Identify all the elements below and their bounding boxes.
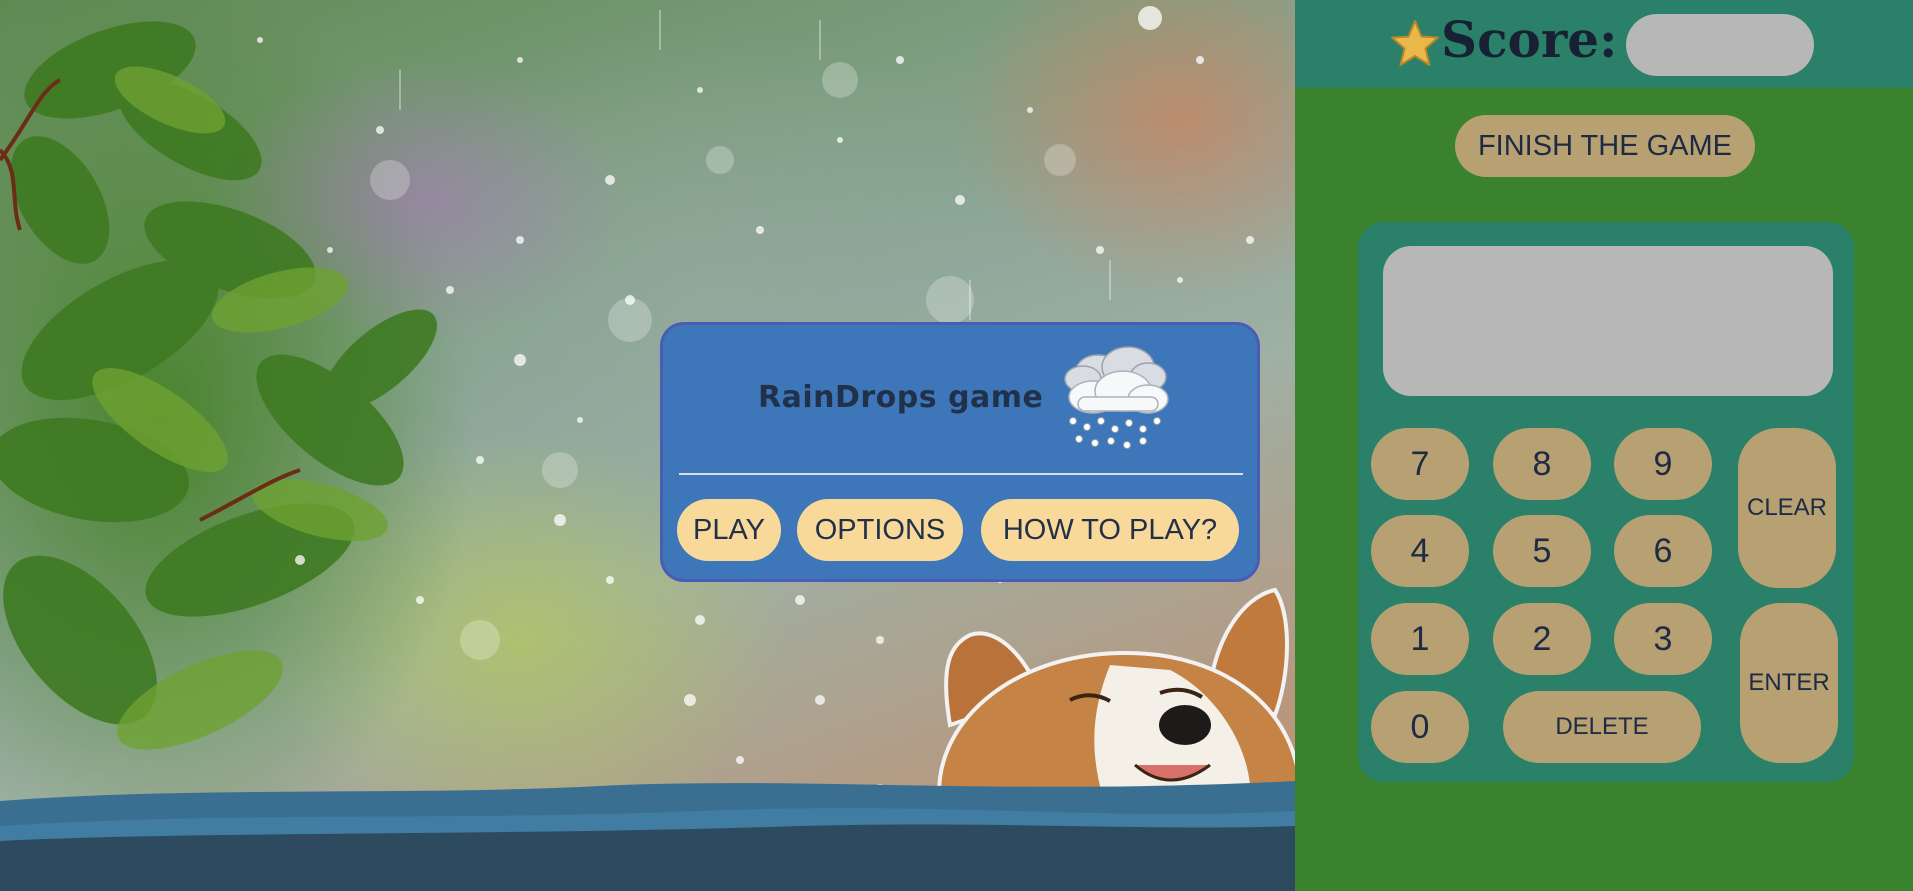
play-button[interactable]: PLAY — [677, 499, 781, 561]
game-title: RainDrops game — [758, 380, 1044, 415]
answer-keypad: 7 8 9 CLEAR 4 5 6 1 2 3 ENTER 0 DELETE — [1358, 222, 1854, 782]
key-0[interactable]: 0 — [1371, 691, 1469, 763]
key-5[interactable]: 5 — [1493, 515, 1591, 587]
key-3[interactable]: 3 — [1614, 603, 1712, 675]
how-to-play-button[interactable]: HOW TO PLAY? — [981, 499, 1239, 561]
game-scene: RainDrops game PLAY OPTIONS HOW TO PLAY? — [0, 0, 1295, 891]
water-waves-decoration — [0, 781, 1295, 891]
options-button[interactable]: OPTIONS — [797, 499, 963, 561]
key-2[interactable]: 2 — [1493, 603, 1591, 675]
delete-button[interactable]: DELETE — [1503, 691, 1701, 763]
score-label: Score: — [1441, 10, 1618, 69]
key-6[interactable]: 6 — [1614, 515, 1712, 587]
main-menu-dialog: RainDrops game PLAY OPTIONS HOW TO PLAY? — [660, 322, 1260, 582]
key-7[interactable]: 7 — [1371, 428, 1469, 500]
key-9[interactable]: 9 — [1614, 428, 1712, 500]
control-panel: Score: FINISH THE GAME 7 8 9 CLEAR 4 5 6… — [1295, 0, 1913, 891]
score-display — [1626, 14, 1814, 76]
corgi-dog-image — [937, 587, 1295, 805]
answer-display[interactable] — [1383, 246, 1833, 396]
star-icon — [1391, 20, 1439, 66]
snow-cloud-icon — [1064, 346, 1169, 449]
score-bar: Score: — [1295, 0, 1913, 88]
key-1[interactable]: 1 — [1371, 603, 1469, 675]
finish-game-button[interactable]: FINISH THE GAME — [1455, 115, 1755, 177]
menu-divider — [679, 473, 1243, 475]
clear-button[interactable]: CLEAR — [1738, 428, 1836, 588]
key-8[interactable]: 8 — [1493, 428, 1591, 500]
key-4[interactable]: 4 — [1371, 515, 1469, 587]
enter-button[interactable]: ENTER — [1740, 603, 1838, 763]
